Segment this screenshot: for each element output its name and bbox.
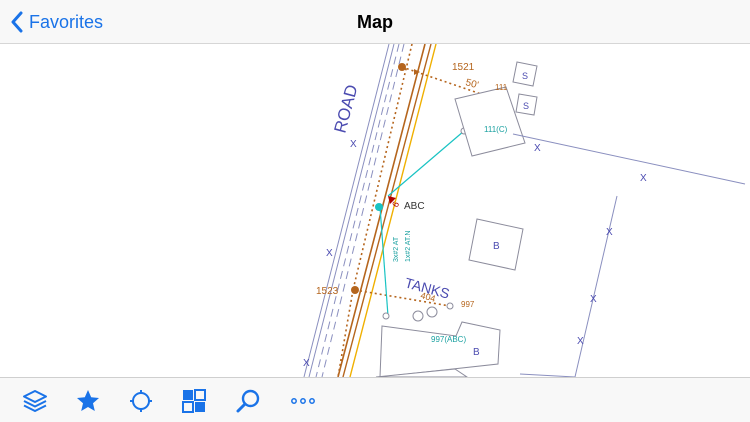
meter-111c-label: 111(C) [484,125,508,134]
more-icon [291,398,315,404]
favorites-button[interactable] [74,387,102,415]
fence-x-marker: X [303,358,310,369]
search-button[interactable] [234,387,262,415]
abc-label: ABC [404,201,425,212]
building-s-label-2: S [523,101,529,111]
service-111-label: 111 [495,83,508,92]
fence-x-marker: X [326,248,333,259]
fence-x-marker: X [606,227,613,238]
map-view[interactable]: ROAD TANKS ABC 1521 50' 111 111(C) 1523 … [0,44,750,377]
building-b-label-2: B [473,347,480,358]
search-icon [236,389,260,413]
map-canvas[interactable]: ROAD TANKS ABC 1521 50' 111 111(C) 1523 … [0,44,750,377]
fence-x-marker: X [640,173,647,184]
more-button[interactable] [289,387,317,415]
service-997-label: 997 [461,300,475,309]
locate-button[interactable] [127,387,155,415]
pole-1521-label: 1521 [452,62,475,73]
bottom-toolbar [0,377,750,422]
locate-icon [130,390,152,412]
fence-x-marker: X [590,294,597,305]
building-s-label-1: S [522,71,528,81]
span-50-label: 50' [464,77,480,91]
cable-label-2: 1x#2 AT.N [405,231,412,262]
page-title: Map [357,12,393,32]
basemap-icon [182,389,206,413]
layers-icon [23,390,47,412]
buildings [375,61,538,377]
layers-button[interactable] [21,387,49,415]
building-b-label-1: B [493,241,500,252]
meter-997abc-label: 997(ABC) [431,335,466,344]
fence-x-marker: X [534,143,541,154]
basemap-button[interactable] [180,387,208,415]
star-icon [77,390,99,411]
fence-lines [512,133,746,377]
navigation-bar: Favorites Map [0,0,750,44]
pole-1523-label: 1523 [316,286,339,297]
fence-x-marker: X [350,139,357,150]
fence-x-marker: X [577,336,584,347]
road-label: ROAD [331,83,362,135]
cable-label-1: 3x#2 AT [393,236,400,262]
